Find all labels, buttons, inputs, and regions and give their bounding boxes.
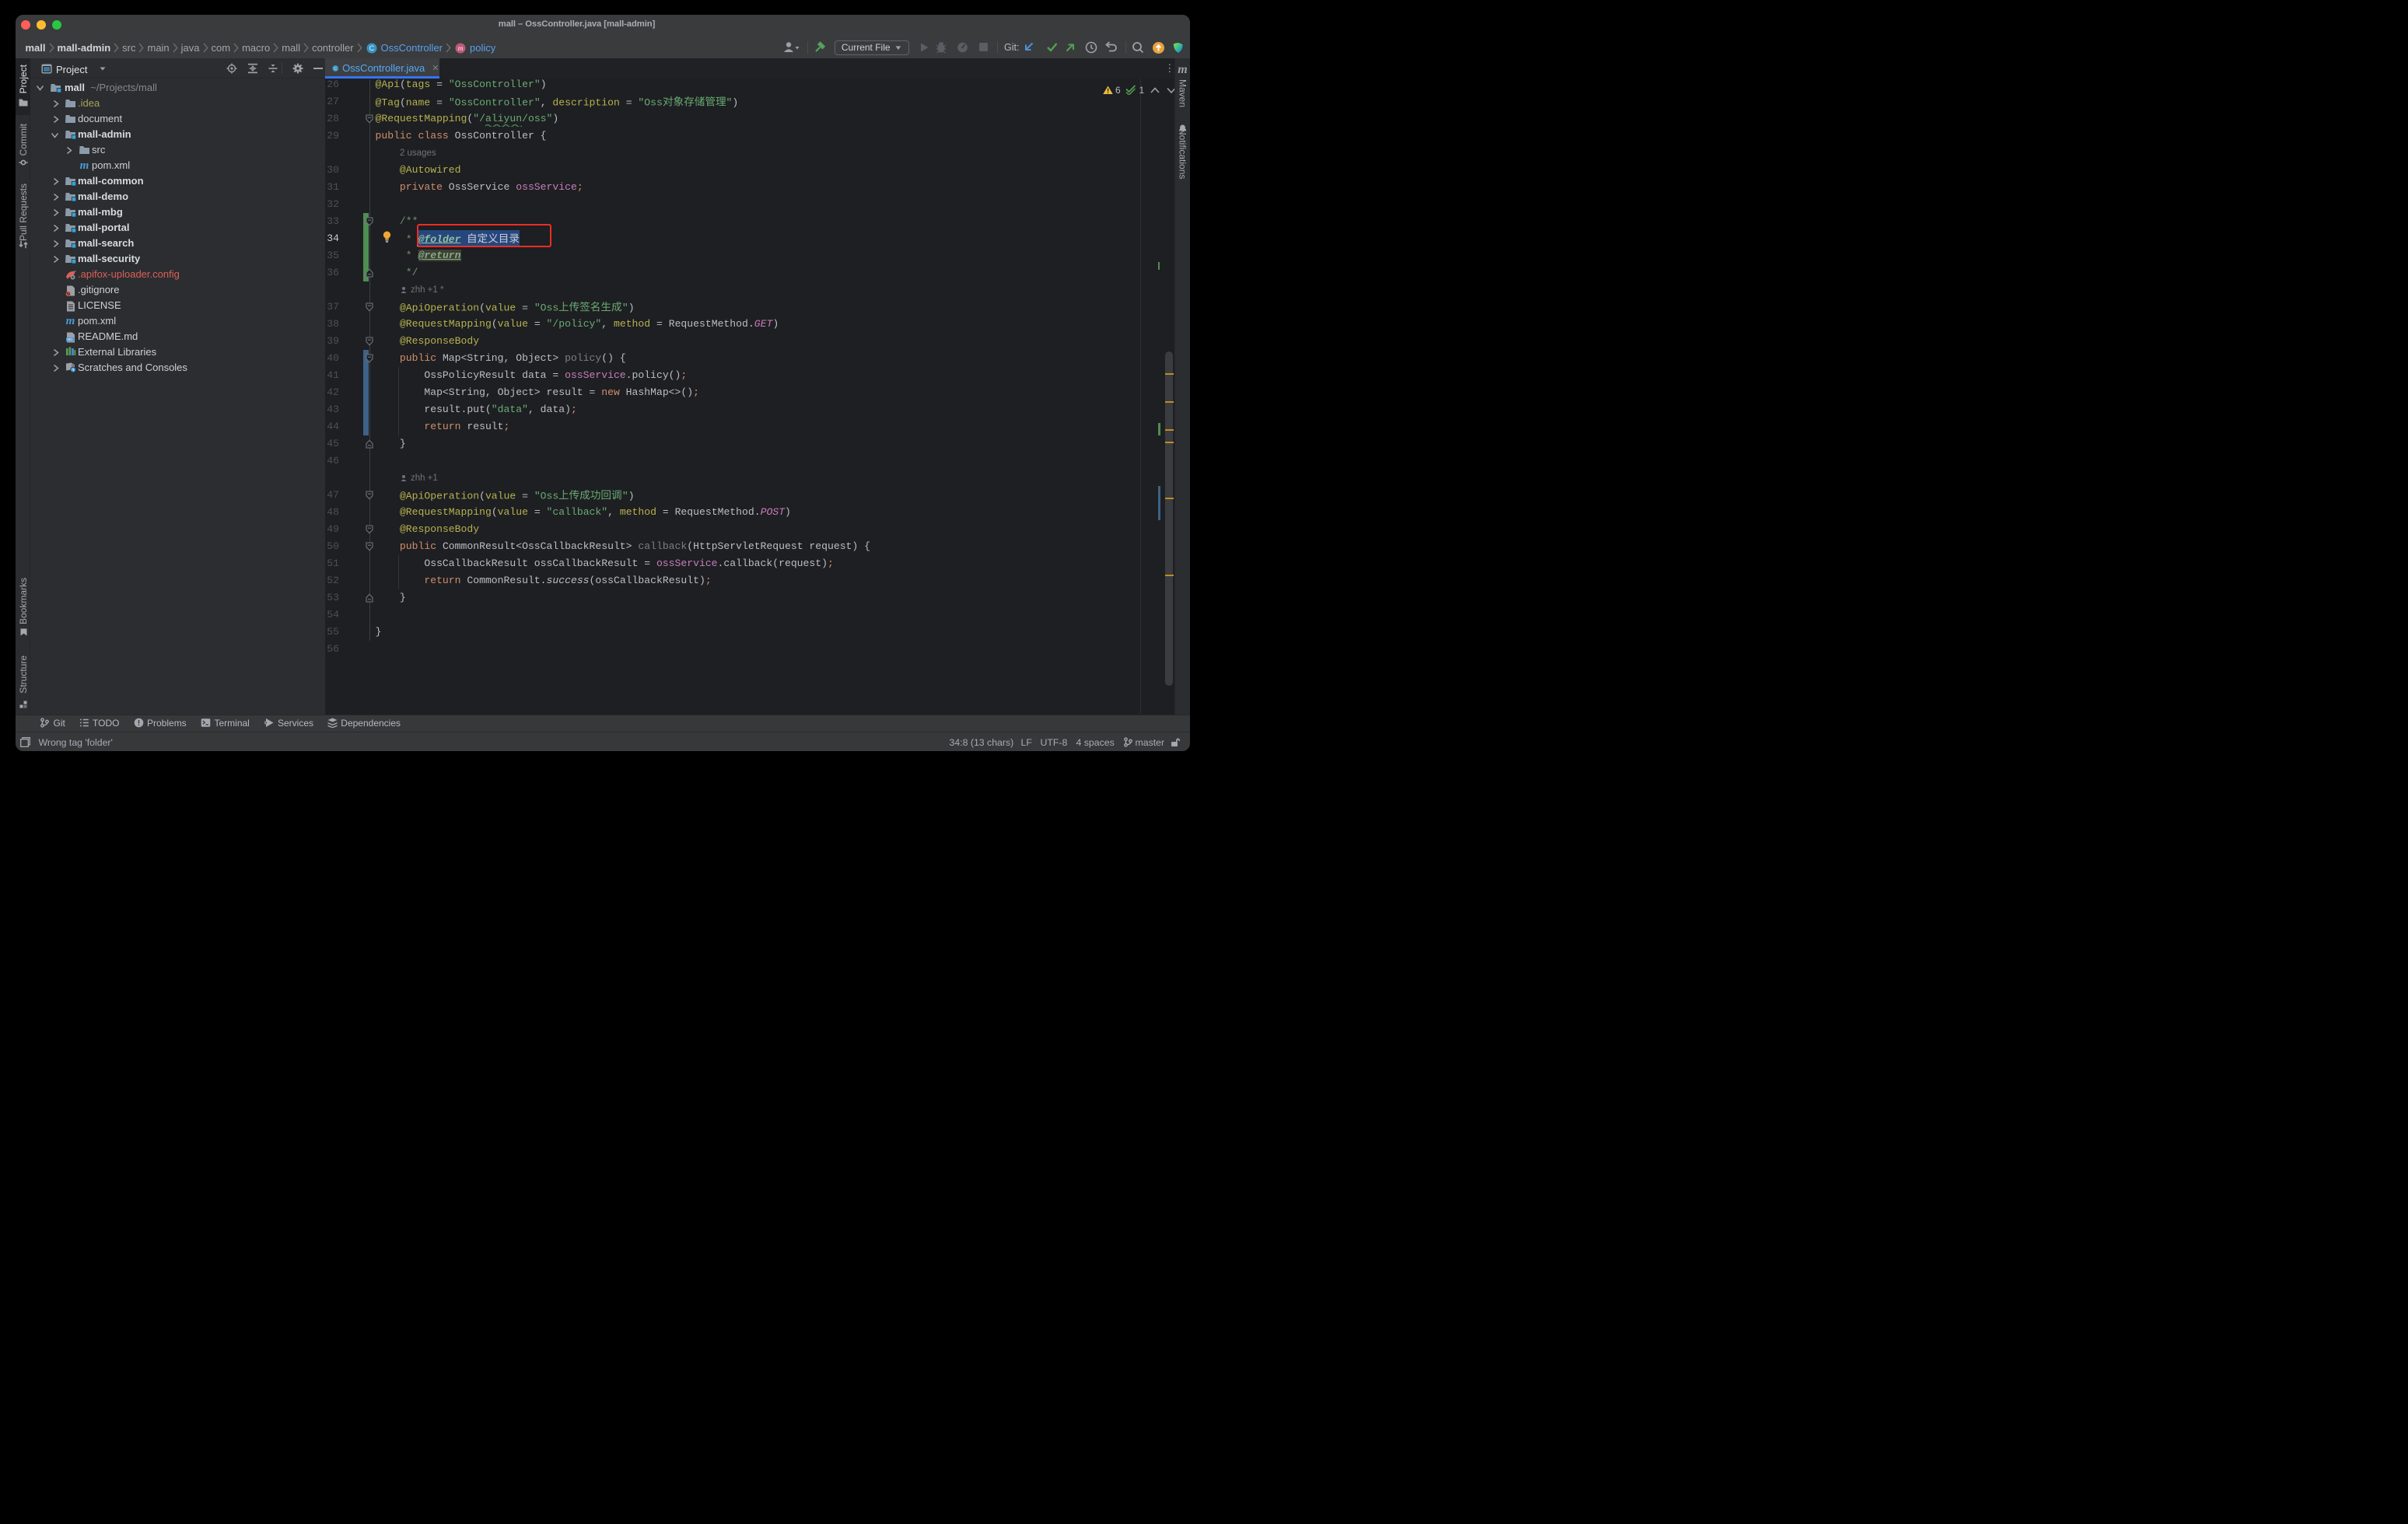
svg-text:m: m [457,44,463,52]
svg-text:C: C [333,66,336,71]
svg-text:MD: MD [67,337,73,341]
svg-text:C: C [369,44,374,51]
